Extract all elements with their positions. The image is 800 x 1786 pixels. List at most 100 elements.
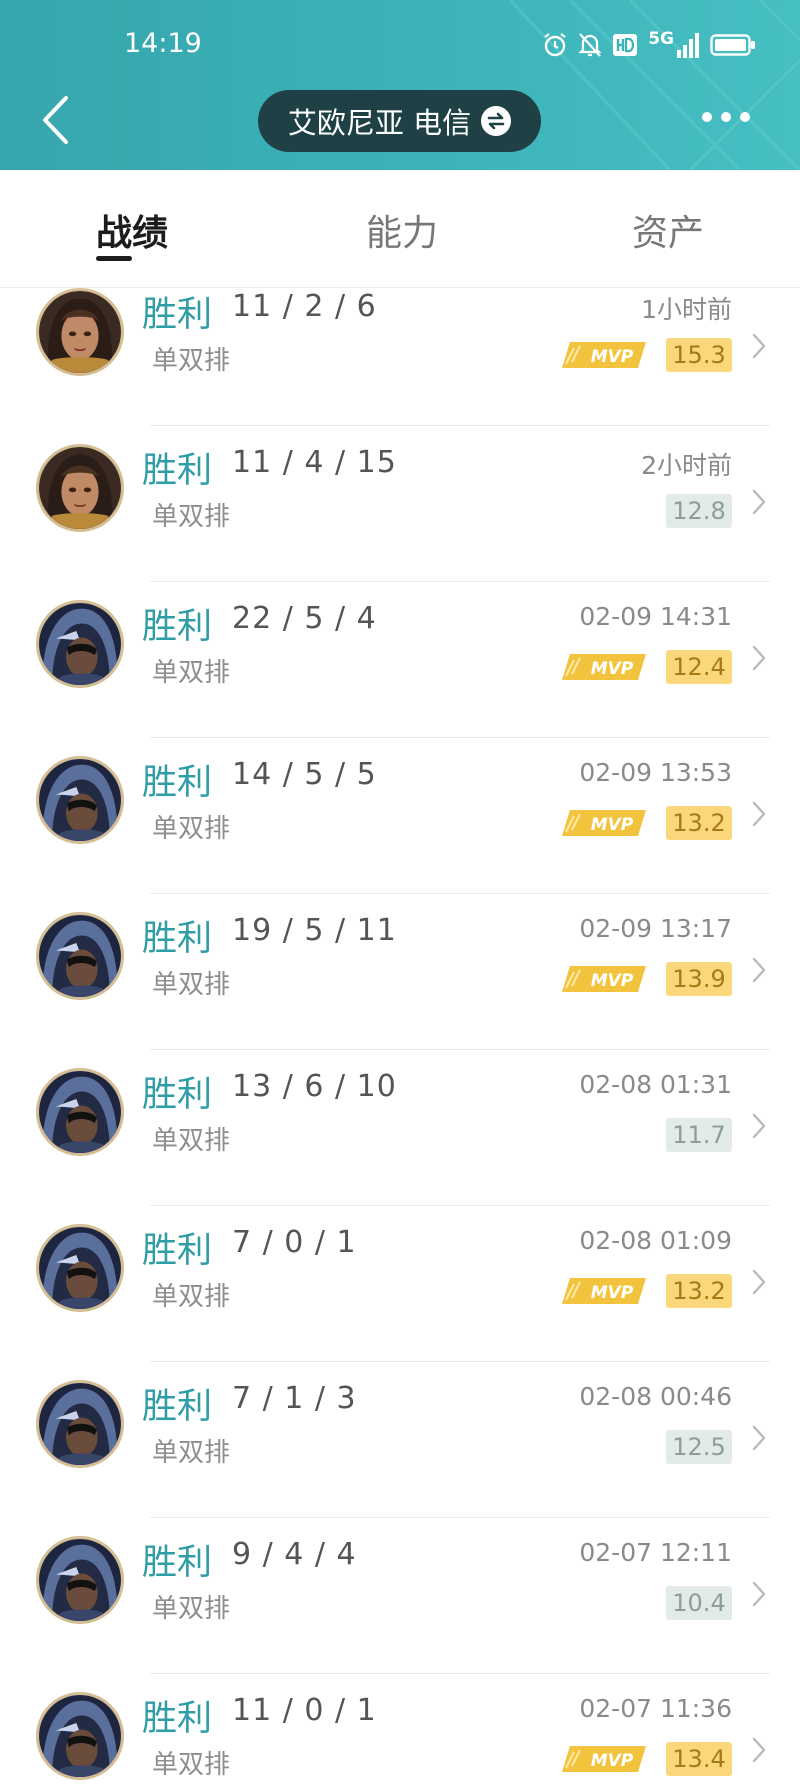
match-score: 13.2 — [666, 1274, 732, 1308]
match-mode: 单双排 — [152, 1750, 231, 1780]
match-score: 10.4 — [666, 1586, 732, 1620]
champion-hooded-avatar — [36, 1380, 124, 1468]
match-result: 胜利 — [142, 1387, 213, 1427]
match-result: 胜利 — [142, 1543, 213, 1583]
match-row[interactable]: 胜利 11 / 2 / 6 单双排 1小时前 MVP 15.3 — [0, 270, 800, 426]
header: 14:19 5G 艾欧尼亚 电信 — [0, 0, 800, 170]
match-kda: 11 / 0 / 1 — [232, 1693, 377, 1728]
match-result: 胜利 — [142, 451, 213, 491]
chevron-right-icon — [752, 957, 766, 983]
mvp-badge-icon: MVP — [562, 1278, 646, 1304]
match-result: 胜利 — [142, 763, 213, 803]
match-row[interactable]: 胜利 22 / 5 / 4 单双排 02-09 14:31 MVP 12.4 — [0, 582, 800, 738]
tab-assets[interactable]: 资产 — [632, 204, 704, 256]
chevron-right-icon — [752, 1737, 766, 1763]
match-row[interactable]: 胜利 7 / 1 / 3 单双排 02-08 00:46 12.5 — [0, 1362, 800, 1518]
match-kda: 7 / 0 / 1 — [232, 1225, 357, 1260]
mvp-label: MVP — [591, 347, 634, 367]
back-button[interactable] — [30, 90, 80, 150]
chevron-right-icon — [752, 645, 766, 671]
match-score: 12.8 — [666, 494, 732, 528]
match-score: 12.4 — [666, 650, 732, 684]
match-mode: 单双排 — [152, 1594, 231, 1624]
match-kda: 13 / 6 / 10 — [232, 1069, 397, 1104]
match-time: 2小时前 — [641, 451, 732, 480]
match-kda: 9 / 4 / 4 — [232, 1537, 357, 1572]
more-button[interactable] — [702, 112, 750, 122]
champion-hooded-avatar — [36, 1536, 124, 1624]
match-row[interactable]: 胜利 7 / 0 / 1 单双排 02-08 01:09 MVP 13.2 — [0, 1206, 800, 1362]
mvp-label: MVP — [591, 1283, 634, 1303]
status-time: 14:19 — [124, 28, 202, 59]
hd-icon — [613, 34, 638, 56]
match-mode: 单双排 — [152, 814, 231, 844]
match-kda: 11 / 4 / 15 — [232, 445, 397, 480]
match-row[interactable]: 胜利 19 / 5 / 11 单双排 02-09 13:17 MVP 13.9 — [0, 894, 800, 1050]
match-time: 02-08 01:31 — [579, 1070, 732, 1099]
mvp-badge-icon: MVP — [562, 342, 646, 368]
chevron-right-icon — [752, 1113, 766, 1139]
match-kda: 19 / 5 / 11 — [232, 913, 397, 948]
match-time: 02-09 13:17 — [579, 914, 732, 943]
chevron-right-icon — [752, 801, 766, 827]
mute-bell-icon — [578, 33, 602, 57]
match-result: 胜利 — [142, 607, 213, 647]
match-kda: 11 / 2 / 6 — [232, 289, 377, 324]
mvp-badge-icon: MVP — [562, 966, 646, 992]
match-score: 13.9 — [666, 962, 732, 996]
match-result: 胜利 — [142, 1075, 213, 1115]
match-time: 02-07 11:36 — [579, 1694, 732, 1723]
more-dot — [702, 112, 712, 122]
match-mode: 单双排 — [152, 1126, 231, 1156]
alarm-icon — [544, 33, 566, 57]
champion-hooded-avatar — [36, 1224, 124, 1312]
mvp-label: MVP — [591, 1751, 634, 1771]
champion-hooded-avatar — [36, 912, 124, 1000]
champion-hooded-avatar — [36, 1692, 124, 1780]
mvp-badge-icon: MVP — [562, 654, 646, 680]
match-kda: 22 / 5 / 4 — [232, 601, 377, 636]
server-switcher[interactable]: 艾欧尼亚 电信 — [258, 90, 541, 152]
back-chevron-icon — [43, 96, 68, 144]
more-dot — [721, 112, 731, 122]
match-score: 12.5 — [666, 1430, 732, 1464]
battery-icon — [710, 34, 755, 56]
match-row[interactable]: 胜利 11 / 4 / 15 单双排 2小时前 12.8 — [0, 426, 800, 582]
match-kda: 7 / 1 / 3 — [232, 1381, 357, 1416]
match-time: 02-09 13:53 — [579, 758, 732, 787]
mvp-badge-icon: MVP — [562, 810, 646, 836]
network-type: 5G — [648, 29, 674, 49]
match-score: 11.7 — [666, 1118, 732, 1152]
champion-hooded-avatar — [36, 756, 124, 844]
match-mode: 单双排 — [152, 346, 231, 376]
tab-ability[interactable]: 能力 — [366, 204, 438, 256]
match-mode: 单双排 — [152, 970, 231, 1000]
match-row[interactable]: 胜利 9 / 4 / 4 单双排 02-07 12:11 10.4 — [0, 1518, 800, 1674]
match-row[interactable]: 胜利 11 / 0 / 1 单双排 02-07 11:36 MVP 13.4 — [0, 1674, 800, 1786]
chevron-right-icon — [752, 1581, 766, 1607]
match-row[interactable]: 胜利 14 / 5 / 5 单双排 02-09 13:53 MVP 13.2 — [0, 738, 800, 894]
swap-arrows-icon — [481, 106, 512, 136]
tab-record[interactable]: 战绩 — [96, 204, 168, 256]
mvp-label: MVP — [591, 659, 634, 679]
champion-hooded-avatar — [36, 1068, 124, 1156]
mvp-label: MVP — [591, 971, 634, 991]
match-time: 02-07 12:11 — [579, 1538, 732, 1567]
champion-female-avatar — [36, 288, 124, 376]
match-result: 胜利 — [142, 919, 213, 959]
server-name: 艾欧尼亚 电信 — [287, 106, 472, 140]
chevron-right-icon — [752, 1425, 766, 1451]
match-row[interactable]: 胜利 13 / 6 / 10 单双排 02-08 01:31 11.7 — [0, 1050, 800, 1206]
match-list: 胜利 11 / 2 / 6 单双排 1小时前 MVP 15.3 胜利 11 / 4 / 15 单… — [0, 288, 800, 1786]
match-score: 15.3 — [666, 338, 732, 372]
match-result: 胜利 — [142, 1699, 213, 1739]
chevron-right-icon — [752, 1269, 766, 1295]
match-time: 02-09 14:31 — [579, 602, 732, 631]
chevron-right-icon — [752, 333, 766, 359]
match-time: 02-08 01:09 — [579, 1226, 732, 1255]
match-result: 胜利 — [142, 1231, 213, 1271]
chevron-right-icon — [752, 489, 766, 515]
mvp-label: MVP — [591, 815, 634, 835]
match-mode: 单双排 — [152, 1282, 231, 1312]
more-dot — [740, 112, 750, 122]
